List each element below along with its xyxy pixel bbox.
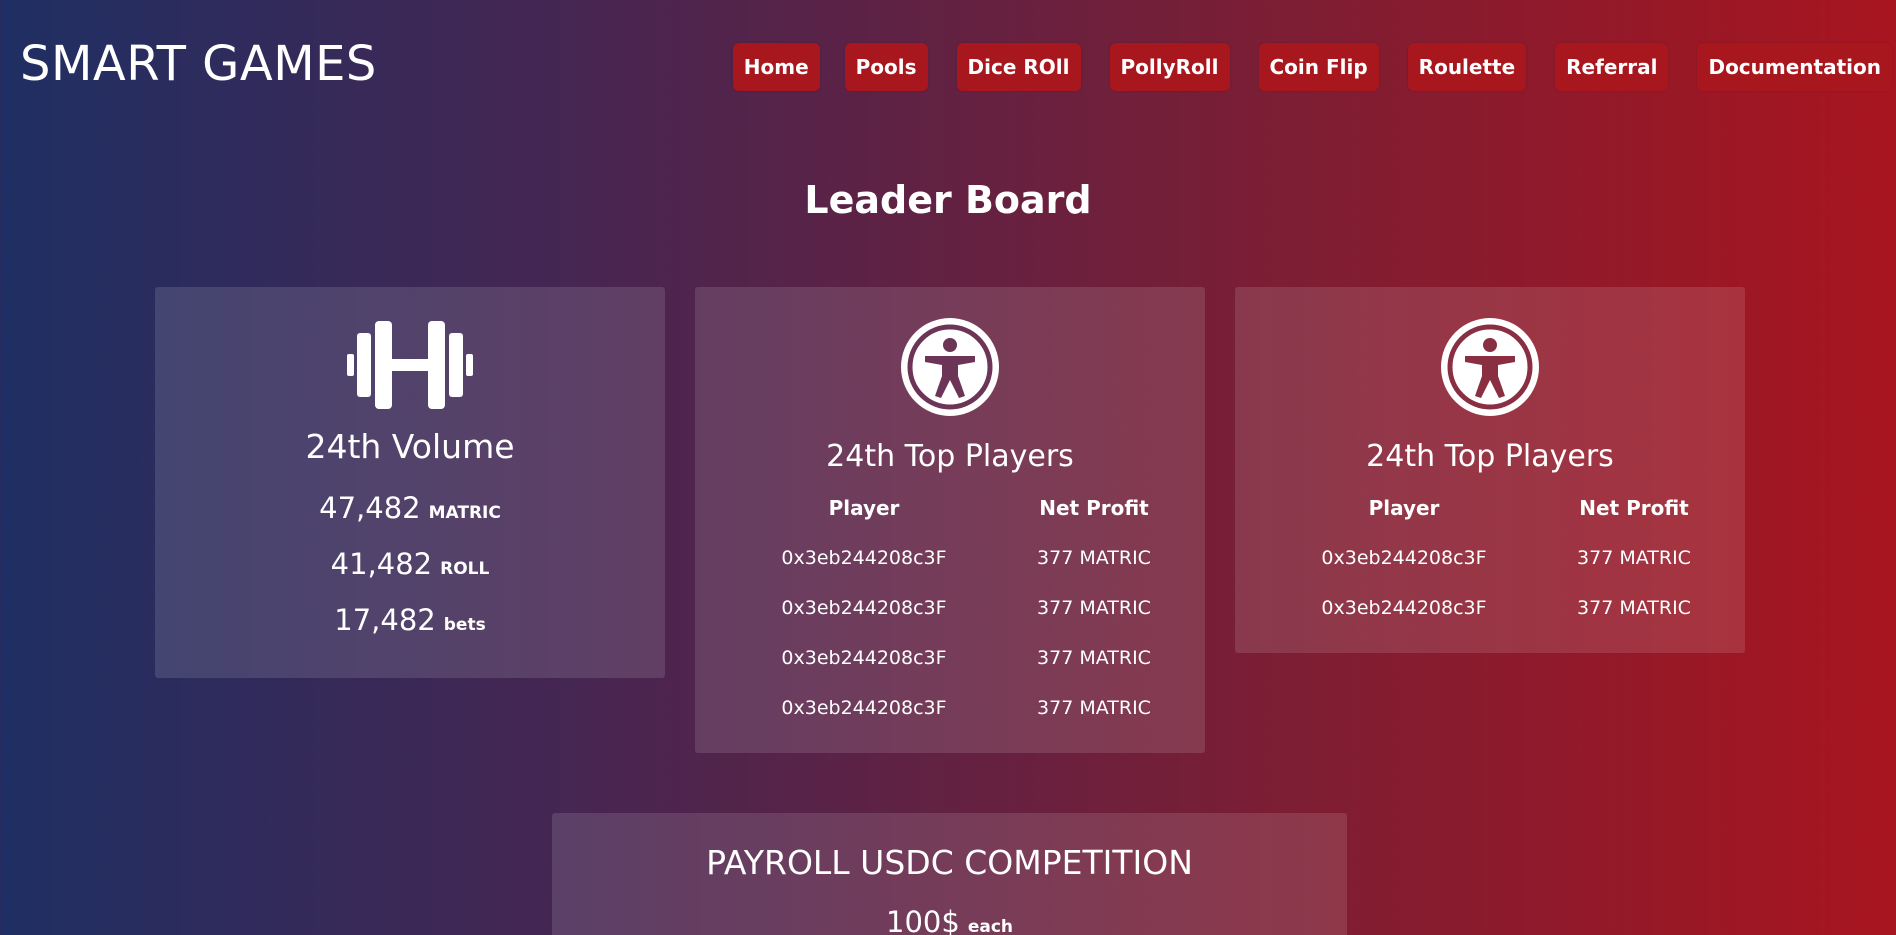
net-profit: 377 MATRIC	[1037, 597, 1151, 619]
top-players-card: 24th Top Players Player Net Profit 0x3eb…	[1235, 287, 1745, 653]
top-players-table: Player Net Profit 0x3eb244208c3F 377 MAT…	[1235, 483, 1745, 633]
col-net-profit: Net Profit	[1039, 496, 1149, 520]
stat-unit: ROLL	[440, 559, 490, 579]
volume-card: 24th Volume 47,482 MATRIC 41,482 ROLL 17,4…	[155, 287, 665, 678]
volume-stat-roll: 41,482 ROLL	[155, 547, 665, 581]
top-players-card: 24th Top Players Player Net Profit 0x3eb…	[695, 287, 1205, 753]
nav-home-button[interactable]: Home	[732, 43, 820, 91]
table-row: 0x3eb244208c3F 377 MATRIC	[695, 583, 1205, 633]
payroll-unit: each	[967, 917, 1013, 935]
net-profit: 377 MATRIC	[1037, 547, 1151, 569]
nav-pollyroll-button[interactable]: PollyRoll	[1109, 43, 1230, 91]
player-address[interactable]: 0x3eb244208c3F	[695, 547, 983, 569]
payroll-title: PAYROLL USDC COMPETITION	[706, 843, 1193, 882]
stat-value: 41,482	[330, 547, 433, 581]
col-player: Player	[828, 496, 900, 520]
top-players-table: Player Net Profit 0x3eb244208c3F 377 MAT…	[695, 483, 1205, 733]
table-header: Player Net Profit	[1235, 483, 1745, 533]
payroll-amount: 100$ each	[552, 905, 1347, 935]
net-profit: 377 MATRIC	[1577, 597, 1691, 619]
main-nav: Home Pools Dice ROll PollyRoll Coin Flip…	[732, 43, 1892, 91]
top-players-title: 24th Top Players	[1366, 439, 1614, 474]
volume-title: 24th Volume	[305, 427, 515, 466]
player-address[interactable]: 0x3eb244208c3F	[695, 647, 983, 669]
table-row: 0x3eb244208c3F 377 MATRIC	[695, 683, 1205, 733]
nav-pools-button[interactable]: Pools	[844, 43, 928, 91]
player-address[interactable]: 0x3eb244208c3F	[1235, 547, 1523, 569]
nav-roulette-button[interactable]: Roulette	[1407, 43, 1527, 91]
dumbbell-icon	[155, 321, 665, 409]
volume-stat-bets: 17,482 bets	[155, 603, 665, 637]
col-player: Player	[1368, 496, 1440, 520]
player-address[interactable]: 0x3eb244208c3F	[695, 697, 983, 719]
net-profit: 377 MATRIC	[1037, 697, 1151, 719]
net-profit: 377 MATRIC	[1577, 547, 1691, 569]
page-title: Leader Board	[804, 178, 1092, 222]
accessibility-icon	[695, 318, 1205, 416]
player-address[interactable]: 0x3eb244208c3F	[1235, 597, 1523, 619]
table-row: 0x3eb244208c3F 377 MATRIC	[1235, 533, 1745, 583]
payroll-competition-card: PAYROLL USDC COMPETITION 100$ each	[552, 813, 1347, 935]
net-profit: 377 MATRIC	[1037, 647, 1151, 669]
stat-value: 17,482	[334, 603, 436, 637]
table-row: 0x3eb244208c3F 377 MATRIC	[695, 533, 1205, 583]
stat-value: 47,482	[319, 491, 421, 525]
table-header: Player Net Profit	[695, 483, 1205, 533]
volume-stat-matric: 47,482 MATRIC	[155, 491, 665, 525]
accessibility-icon	[1235, 318, 1745, 416]
nav-coin-flip-button[interactable]: Coin Flip	[1258, 43, 1379, 91]
col-net-profit: Net Profit	[1579, 496, 1689, 520]
top-players-title: 24th Top Players	[826, 439, 1074, 474]
table-row: 0x3eb244208c3F 377 MATRIC	[1235, 583, 1745, 633]
table-row: 0x3eb244208c3F 377 MATRIC	[695, 633, 1205, 683]
nav-referral-button[interactable]: Referral	[1555, 43, 1669, 91]
nav-documentation-button[interactable]: Documentation	[1697, 43, 1892, 91]
stat-unit: bets	[443, 615, 486, 635]
player-address[interactable]: 0x3eb244208c3F	[695, 597, 983, 619]
brand-logo[interactable]: SMART GAMES	[20, 36, 377, 92]
payroll-value: 100$	[886, 905, 960, 935]
stat-unit: MATRIC	[428, 503, 501, 523]
nav-dice-roll-button[interactable]: Dice ROll	[956, 43, 1081, 91]
